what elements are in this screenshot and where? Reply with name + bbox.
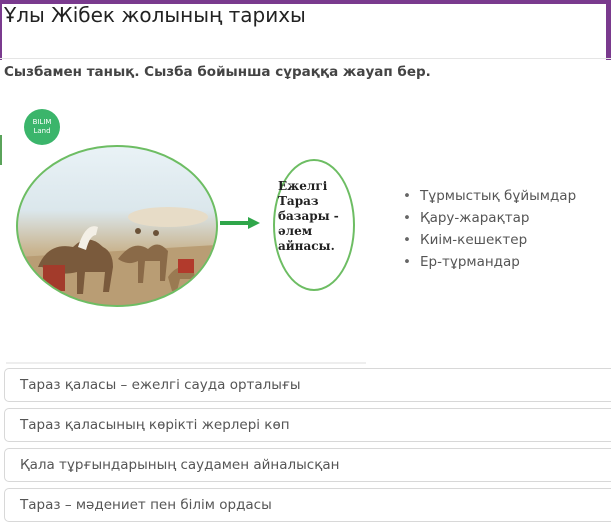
goods-item: Тұрмыстық бұйымдар: [400, 185, 576, 207]
bilimland-logo: BILIM Land: [24, 109, 60, 145]
goods-item: Ер-тұрмандар: [400, 251, 576, 273]
panel-indicator: [0, 135, 2, 165]
question-prompt: Сызбамен танық. Сызба бойынша сұраққа жа…: [4, 64, 431, 80]
header-divider: [0, 58, 611, 59]
answer-option-label: Тараз қаласы – ежелгі сауда орталығы: [20, 377, 301, 393]
answer-option-1[interactable]: Тараз қаласы – ежелгі сауда орталығы: [4, 368, 611, 402]
answer-option-label: Қала тұрғындарының саудамен айналысқан: [20, 457, 340, 473]
answer-option-3[interactable]: Қала тұрғындарының саудамен айналысқан: [4, 448, 611, 482]
header-left-accent: [0, 0, 2, 60]
logo-text-line1: BILIM: [32, 118, 52, 126]
answer-option-label: Тараз – мәдениет пен білім ордасы: [20, 497, 272, 513]
right-arrow-icon: [220, 217, 260, 229]
options-divider: [6, 362, 366, 364]
goods-item: Киім-кешектер: [400, 229, 576, 251]
logo-text-line2: Land: [33, 127, 51, 135]
diagram-figure: BILIM Land Ежелгі Тараз базары - әлем ай…: [0, 95, 611, 355]
header-right-accent: [606, 0, 611, 60]
goods-list: Тұрмыстық бұйымдар Қару-жарақтар Киім-ке…: [400, 185, 576, 273]
caravan-illustration: [16, 145, 218, 307]
caravan-scene-icon: [18, 207, 216, 305]
answer-option-2[interactable]: Тараз қаласының көрікті жерлері көп: [4, 408, 611, 442]
caption-text: Ежелгі Тараз базары - әлем айнасы.: [278, 179, 339, 253]
goods-item: Қару-жарақтар: [400, 207, 576, 229]
answer-option-label: Тараз қаласының көрікті жерлері көп: [20, 417, 290, 433]
page-title: Ұлы Жібек жолының тарихы: [4, 3, 306, 27]
answer-option-4[interactable]: Тараз – мәдениет пен білім ордасы: [4, 488, 611, 522]
